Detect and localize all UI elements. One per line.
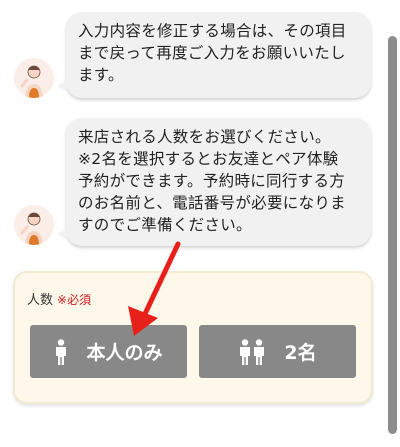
chat-area: 入力内容を修正する場合は、その項目 まで戻って再度ご入力をお願いいたし ます。 … xyxy=(0,0,386,447)
annotation-arrow-icon xyxy=(128,241,181,336)
assistant-avatar xyxy=(14,58,54,98)
scrollbar[interactable] xyxy=(386,0,400,447)
chat-message-edit-notice: 入力内容を修正する場合は、その項目 まで戻って再度ご入力をお願いいたし ます。 xyxy=(57,12,371,98)
instructor-avatar-icon xyxy=(14,205,54,245)
person-icon xyxy=(54,338,68,365)
assistant-avatar xyxy=(14,205,54,245)
option-single-label: 本人のみ xyxy=(86,342,163,364)
scrollbar-thumb[interactable] xyxy=(388,36,397,434)
party-size-label: 人数 ※必須 xyxy=(27,289,91,308)
required-badge: ※必須 xyxy=(57,293,92,307)
instructor-avatar-icon xyxy=(14,58,54,98)
two-people-icon xyxy=(238,338,266,365)
option-two-people-label: 2名 xyxy=(284,342,317,364)
party-size-label-text: 人数 xyxy=(27,293,54,308)
chat-message-party-size: 来店される人数をお選びください。 ※2名を選択するとお友達とペア体験 予約ができ… xyxy=(57,118,371,246)
party-size-form: 人数 ※必須 本人のみ 2名 xyxy=(13,271,373,404)
option-two-people-button[interactable]: 2名 xyxy=(199,325,356,378)
